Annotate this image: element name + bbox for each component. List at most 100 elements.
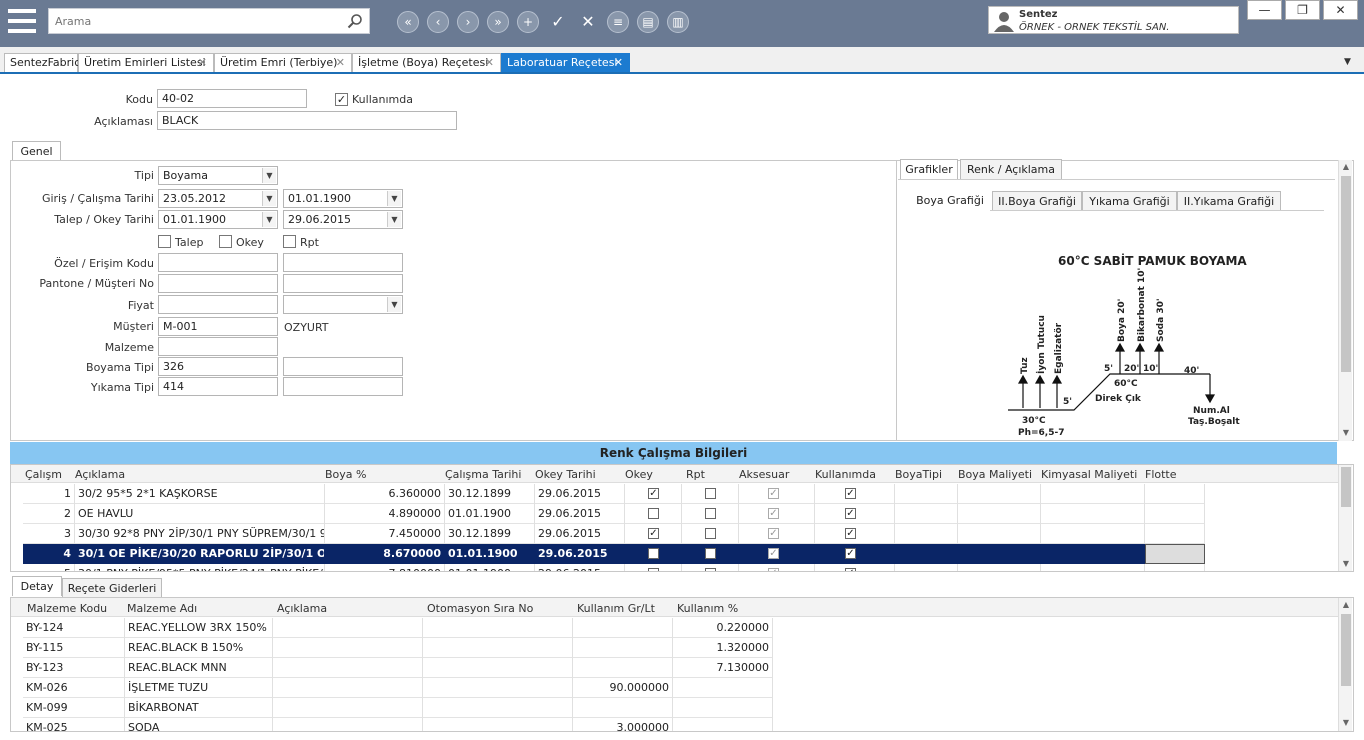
scroll-thumb[interactable] <box>1341 176 1351 372</box>
detay-cell[interactable]: KM-099 <box>23 698 125 718</box>
rpt-checkbox[interactable] <box>705 488 716 499</box>
renk-cell[interactable] <box>1041 484 1145 504</box>
renk-cell[interactable] <box>1041 524 1145 544</box>
aksesuar-checkbox[interactable]: ✓ <box>768 508 779 519</box>
detay-cell[interactable]: BY-124 <box>23 618 125 638</box>
kullanimda-checkbox[interactable]: ✓ <box>845 488 856 499</box>
hamburger-menu-icon[interactable] <box>8 8 36 34</box>
renk-col-header[interactable]: Okey <box>625 468 653 482</box>
tab-ii-boya-grafigi[interactable]: II.Boya Grafiği <box>992 191 1082 211</box>
renk-cell[interactable] <box>895 484 958 504</box>
rpt-checkbox[interactable] <box>705 508 716 519</box>
renk-cell[interactable]: 29.06.2015 <box>535 524 625 544</box>
renk-cell[interactable] <box>1041 504 1145 524</box>
tab-list-dropdown-icon[interactable]: ▼ <box>1344 57 1351 67</box>
yikama-tipi-desc-field[interactable] <box>283 377 403 396</box>
table-row[interactable]: 1 30/2 95*5 2*1 KAŞKORSE 6.360000 30.12.189… <box>23 484 1338 504</box>
kullanimda-checkbox[interactable]: ✓ <box>845 508 856 519</box>
detay-cell[interactable] <box>273 718 423 731</box>
detay-cell[interactable] <box>273 658 423 678</box>
detay-cell[interactable]: KM-025 <box>23 718 125 731</box>
detay-grid-scrollbar[interactable]: ▲ ▼ <box>1338 598 1353 731</box>
malzeme-field[interactable] <box>158 337 278 356</box>
okey-checkbox[interactable] <box>648 568 659 571</box>
table-row[interactable]: KM-026 İŞLETME TUZU 90.000000 <box>23 678 1338 698</box>
renk-col-header[interactable]: BoyaTipi <box>895 468 942 482</box>
aksesuar-checkbox[interactable]: ✓ <box>768 548 779 559</box>
chevron-down-icon[interactable]: ▼ <box>262 212 276 227</box>
aksesuar-checkbox[interactable]: ✓ <box>768 488 779 499</box>
renk-col-header[interactable]: Flotte <box>1145 468 1177 482</box>
okey-date-field[interactable]: 29.06.2015 ▼ <box>283 210 403 229</box>
detay-cell[interactable]: 3.000000 <box>573 718 673 731</box>
renk-cell[interactable] <box>958 504 1041 524</box>
renk-cell[interactable]: 3 <box>23 524 75 544</box>
detay-cell[interactable]: REAC.YELLOW 3RX 150% <box>125 618 273 638</box>
table-row[interactable]: 430/1 OE PİKE/30/20 RAPORLU 2İP/30/1 OE … <box>23 544 1338 564</box>
renk-col-header[interactable]: Aksesuar <box>739 468 789 482</box>
musteri-field[interactable]: M-001 <box>158 317 278 336</box>
table-row[interactable]: KM-025 SODA 3.000000 <box>23 718 1338 731</box>
list-icon[interactable]: ≡ <box>607 11 629 33</box>
detay-col-header[interactable]: Otomasyon Sıra No <box>427 602 533 616</box>
tab-uretim-emri[interactable]: Üretim Emri (Terbiye) ✕ <box>214 53 352 72</box>
detay-cell[interactable]: BİKARBONAT <box>125 698 273 718</box>
detay-col-header[interactable]: Kullanım % <box>677 602 738 616</box>
renk-cell[interactable]: 1 <box>23 484 75 504</box>
renk-cell[interactable]: 7.810000 <box>325 564 445 571</box>
detay-cell[interactable] <box>423 718 573 731</box>
tab-laboratuar-recetesi[interactable]: Laboratuar Reçetesi ✕ <box>501 53 630 72</box>
close-tab-icon[interactable]: ✕ <box>614 54 623 72</box>
rpt-checkbox[interactable] <box>705 548 716 559</box>
detay-cell[interactable] <box>273 618 423 638</box>
detay-cell[interactable] <box>573 618 673 638</box>
table-row[interactable]: 530/1 PNY PİKE/95*5 PNY PİKE/24/1 PNY Pİ… <box>23 564 1338 571</box>
add-icon[interactable]: + <box>517 11 539 33</box>
renk-col-header[interactable]: Kullanımda <box>815 468 876 482</box>
tab-grafikler[interactable]: Grafikler <box>900 159 958 179</box>
renk-col-header[interactable]: Okey Tarihi <box>535 468 596 482</box>
chevron-down-icon[interactable]: ▼ <box>262 191 276 206</box>
pantone-field[interactable] <box>158 274 278 293</box>
renk-cell[interactable] <box>1145 484 1205 504</box>
renk-col-header[interactable]: Kimyasal Maliyeti <box>1041 468 1137 482</box>
detay-cell[interactable] <box>273 678 423 698</box>
detay-cell[interactable] <box>673 678 773 698</box>
renk-cell[interactable] <box>1041 564 1145 571</box>
renk-cell[interactable]: 6.360000 <box>325 484 445 504</box>
musteri-no-field[interactable] <box>283 274 403 293</box>
detay-cell[interactable]: BY-123 <box>23 658 125 678</box>
search-icon[interactable] <box>347 13 363 29</box>
detay-cell[interactable]: BY-115 <box>23 638 125 658</box>
minimize-icon[interactable]: — <box>1247 0 1282 20</box>
fiyat-field[interactable] <box>158 295 278 314</box>
renk-cell[interactable]: 30/30 92*8 PNY 2İP/30/1 PNY SÜPREM/30/1 … <box>75 524 325 544</box>
table-row[interactable]: BY-123 REAC.BLACK MNN 7.130000 <box>23 658 1338 678</box>
close-window-icon[interactable]: ✕ <box>1323 0 1358 20</box>
tab-yikama-grafigi[interactable]: Yıkama Grafiği <box>1082 191 1177 211</box>
table-row[interactable]: 3 30/30 92*8 PNY 2İP/30/1 PNY SÜPREM/30/1… <box>23 524 1338 544</box>
kullanimda-checkbox[interactable]: ✓ <box>335 93 348 106</box>
splitter[interactable] <box>896 160 897 441</box>
chevron-down-icon[interactable]: ▼ <box>387 212 401 227</box>
okey-checkbox[interactable] <box>219 235 232 248</box>
detay-cell[interactable] <box>673 698 773 718</box>
detay-cell[interactable] <box>273 698 423 718</box>
erisim-kod-field[interactable] <box>283 253 403 272</box>
search-input[interactable] <box>55 13 335 30</box>
detay-cell[interactable] <box>573 658 673 678</box>
kullanimda-checkbox[interactable]: ✓ <box>845 568 856 571</box>
save-check-icon[interactable]: ✓ <box>547 11 569 33</box>
detay-cell[interactable]: 0.220000 <box>673 618 773 638</box>
renk-cell[interactable]: 30.12.1899 <box>445 484 535 504</box>
scroll-up-icon[interactable]: ▲ <box>1339 600 1353 612</box>
talep-date-field[interactable]: 01.01.1900 ▼ <box>158 210 278 229</box>
yikama-tipi-field[interactable]: 414 <box>158 377 278 396</box>
detay-cell[interactable] <box>423 698 573 718</box>
renk-cell[interactable] <box>958 564 1041 571</box>
genel-panel-scrollbar[interactable]: ▲ ▼ <box>1338 160 1352 441</box>
scroll-down-icon[interactable]: ▼ <box>1339 559 1353 571</box>
renk-cell[interactable] <box>958 524 1041 544</box>
renk-cell[interactable] <box>895 544 958 564</box>
tab-recete-giderleri[interactable]: Reçete Giderleri <box>62 578 162 598</box>
